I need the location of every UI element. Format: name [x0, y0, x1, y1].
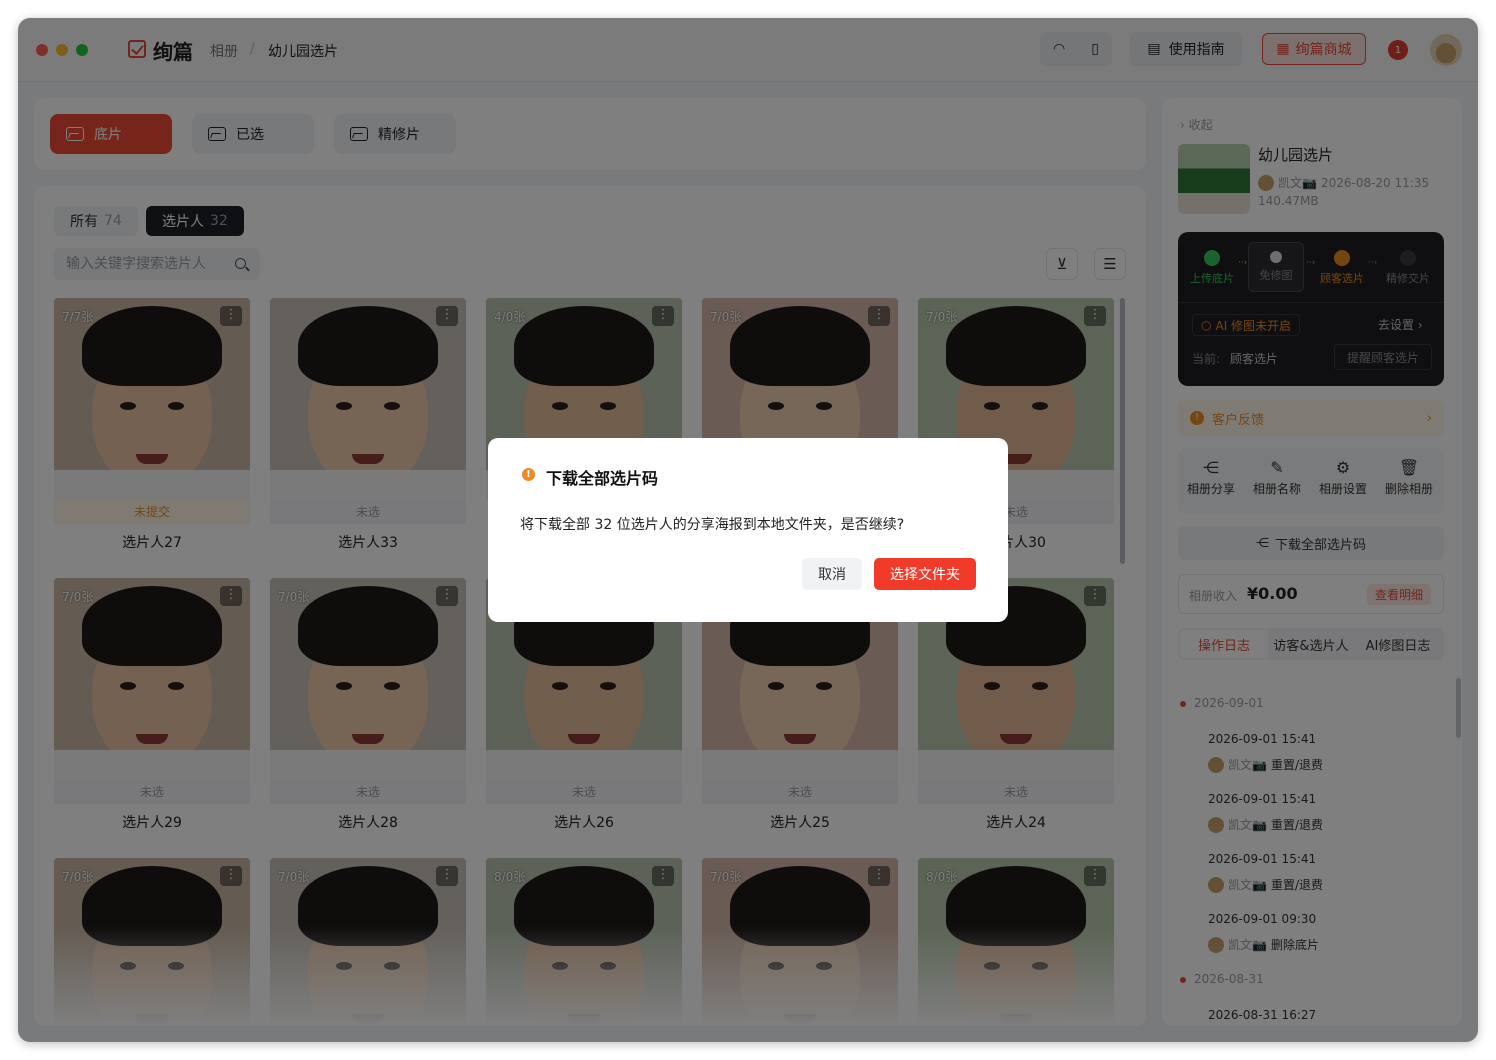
app-window: 绚篇 相册 / 幼儿园选片 ◠ ▯ ▤ 使用指南 ▦ 绚篇商城 1 底片 已选 [18, 18, 1478, 1042]
download-confirm-dialog: ! 下载全部选片码 将下载全部 32 位选片人的分享海报到本地文件夹，是否继续?… [488, 438, 1008, 622]
dialog-message: 将下载全部 32 位选片人的分享海报到本地文件夹，是否继续? [520, 517, 905, 533]
choose-folder-button[interactable]: 选择文件夹 [874, 558, 976, 590]
cancel-button[interactable]: 取消 [802, 558, 862, 590]
dialog-title: 下载全部选片码 [546, 469, 659, 488]
warning-icon: ! [522, 468, 535, 481]
